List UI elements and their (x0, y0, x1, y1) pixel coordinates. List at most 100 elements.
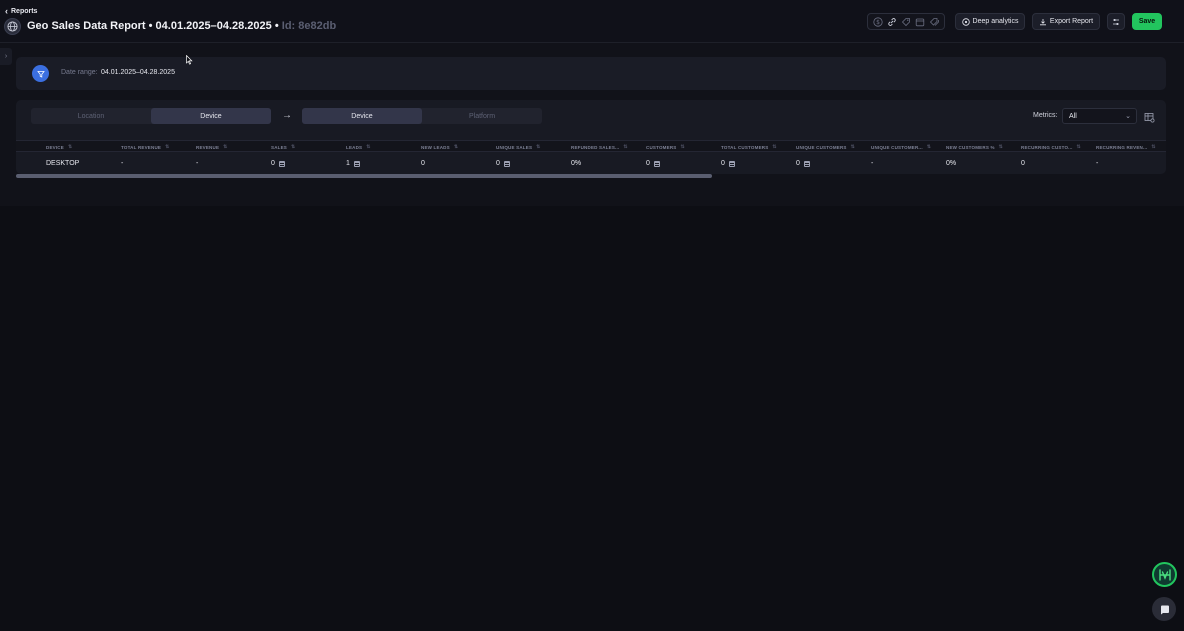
sort-icon[interactable]: ⇅ (165, 144, 169, 150)
table-cell: 0 (721, 153, 735, 174)
chat-icon (1160, 605, 1169, 614)
sort-icon[interactable]: ⇅ (999, 144, 1003, 150)
globe-icon (4, 18, 21, 35)
subgroup-option-platform[interactable]: Platform (422, 108, 542, 124)
column-header[interactable]: UNIQUE CUSTOMERS ⇅ (796, 141, 864, 153)
sort-icon[interactable]: ⇅ (772, 144, 776, 150)
assistant-logo-button[interactable] (1152, 562, 1177, 587)
table-row: DESKTOP - - 0 1 0 0 0% 0 0 0 - 0% 0 - (16, 153, 1166, 174)
column-header-label: NEW CUSTOMERS % (946, 144, 995, 150)
column-header[interactable]: RECURRING CUSTO... ⇅ (1021, 141, 1089, 153)
brand-logo-icon (1158, 568, 1171, 581)
date-range-label: Date range: (61, 69, 98, 76)
export-report-label: Export Report (1049, 18, 1094, 25)
table-cell-value: 0 (646, 160, 650, 167)
column-header-label: UNIQUE SALES (496, 144, 533, 150)
bar-chart-icon[interactable] (278, 160, 285, 167)
table-cell: 1 (346, 153, 360, 174)
deep-analytics-label: Deep analytics (972, 18, 1019, 25)
column-header[interactable]: CUSTOMERS ⇅ (646, 141, 714, 153)
save-button[interactable]: Save (1132, 13, 1162, 30)
column-header-label: CUSTOMERS (646, 144, 677, 150)
column-header-label: SALES (271, 144, 288, 150)
sort-icon[interactable]: ⇅ (1151, 144, 1155, 150)
group-by-secondary: Device Platform (302, 108, 542, 124)
column-header-label: RECURRING REVEN... (1096, 144, 1148, 150)
table-cell-value: 0 (721, 160, 725, 167)
column-header-label: REFUNDED SALES... (571, 144, 620, 150)
metrics-select[interactable]: All ⌄ (1062, 108, 1137, 124)
column-header[interactable]: REVENUE ⇅ (196, 141, 264, 153)
export-report-button[interactable]: Export Report (1032, 13, 1100, 30)
table-cell: 0% (571, 153, 581, 174)
chevron-down-icon: ⌄ (1125, 113, 1131, 120)
filter-button[interactable] (32, 65, 49, 82)
column-header[interactable]: NEW LEADS ⇅ (421, 141, 489, 153)
column-header-label: TOTAL CUSTOMERS (721, 144, 769, 150)
bar-chart-icon[interactable] (728, 160, 735, 167)
deep-analytics-button[interactable]: Deep analytics (955, 13, 1025, 30)
svg-text:$: $ (876, 19, 880, 26)
column-header[interactable]: TOTAL CUSTOMERS ⇅ (721, 141, 789, 153)
table-cell: - (196, 153, 198, 174)
column-header[interactable]: DEVICE ⇅ (46, 141, 114, 153)
sort-icon[interactable]: ⇅ (291, 144, 295, 150)
table-cell-value: 0 (421, 160, 425, 167)
sliders-icon (1113, 18, 1119, 25)
column-header-label: NEW LEADS (421, 144, 450, 150)
table-cell: 0 (796, 153, 810, 174)
table-cell: - (1096, 153, 1098, 174)
tags-icon[interactable] (928, 16, 940, 28)
subgroup-option-device[interactable]: Device (302, 108, 422, 124)
bar-chart-icon[interactable] (503, 160, 510, 167)
table-cell-value: 1 (346, 160, 350, 167)
sort-icon[interactable]: ⇅ (623, 144, 627, 150)
link-icon[interactable] (886, 16, 898, 28)
column-header[interactable]: TOTAL REVENUE ⇅ (121, 141, 189, 153)
download-icon (1039, 18, 1046, 25)
table-cell-value: 0 (1021, 160, 1025, 167)
dollar-icon[interactable]: $ (872, 16, 884, 28)
sort-icon[interactable]: ⇅ (680, 144, 684, 150)
sort-icon[interactable]: ⇅ (1077, 144, 1081, 150)
table-cell-value: - (871, 160, 874, 167)
date-range-value[interactable]: 04.01.2025–04.28.2025 (101, 69, 175, 76)
bar-chart-icon[interactable] (653, 160, 660, 167)
sort-icon[interactable]: ⇅ (927, 144, 931, 150)
back-to-reports-link[interactable]: ‹ Reports (5, 7, 38, 16)
chat-button[interactable] (1152, 597, 1176, 621)
column-header-label: REVENUE (196, 144, 220, 150)
column-header[interactable]: NEW CUSTOMERS % ⇅ (946, 141, 1014, 153)
column-header[interactable]: REFUNDED SALES... ⇅ (571, 141, 639, 153)
sort-icon[interactable]: ⇅ (536, 144, 540, 150)
column-header[interactable]: UNIQUE CUSTOMER... ⇅ (871, 141, 939, 153)
bar-chart-icon[interactable] (353, 160, 360, 167)
group-option-device[interactable]: Device (151, 108, 271, 124)
table-cell: DESKTOP (46, 153, 79, 174)
table-cell-value: 0% (571, 160, 582, 167)
sort-icon[interactable]: ⇅ (223, 144, 227, 150)
table-header: DEVICE ⇅ TOTAL REVENUE ⇅ REVENUE ⇅ SALES ⇅ LEADS… (16, 140, 1166, 152)
back-link-label: Reports (11, 7, 38, 15)
column-header[interactable]: RECURRING REVEN... ⇅ (1096, 141, 1164, 153)
column-header[interactable]: SALES ⇅ (271, 141, 339, 153)
grid-panel: Location Device → Device Platform Metric… (16, 100, 1166, 178)
sidebar-toggle[interactable]: › (0, 48, 12, 65)
column-settings-button[interactable] (1107, 13, 1125, 30)
horizontal-scrollbar-track (16, 174, 1166, 178)
bar-chart-icon[interactable] (803, 160, 810, 167)
table-cell: - (871, 153, 873, 174)
horizontal-scrollbar[interactable] (16, 174, 712, 178)
table-cell: 0 (1021, 153, 1025, 174)
tag-icon[interactable] (900, 16, 912, 28)
grid-settings-icon[interactable] (1144, 110, 1155, 123)
group-option-location[interactable]: Location (31, 108, 151, 124)
sort-icon[interactable]: ⇅ (454, 144, 458, 150)
sort-icon[interactable]: ⇅ (851, 144, 855, 150)
sort-icon[interactable]: ⇅ (68, 144, 72, 150)
sort-icon[interactable]: ⇅ (366, 144, 370, 150)
column-header[interactable]: UNIQUE SALES ⇅ (496, 141, 564, 153)
column-header[interactable]: LEADS ⇅ (346, 141, 414, 153)
calendar-icon[interactable] (914, 16, 926, 28)
metrics-select-value: All (1069, 112, 1077, 120)
